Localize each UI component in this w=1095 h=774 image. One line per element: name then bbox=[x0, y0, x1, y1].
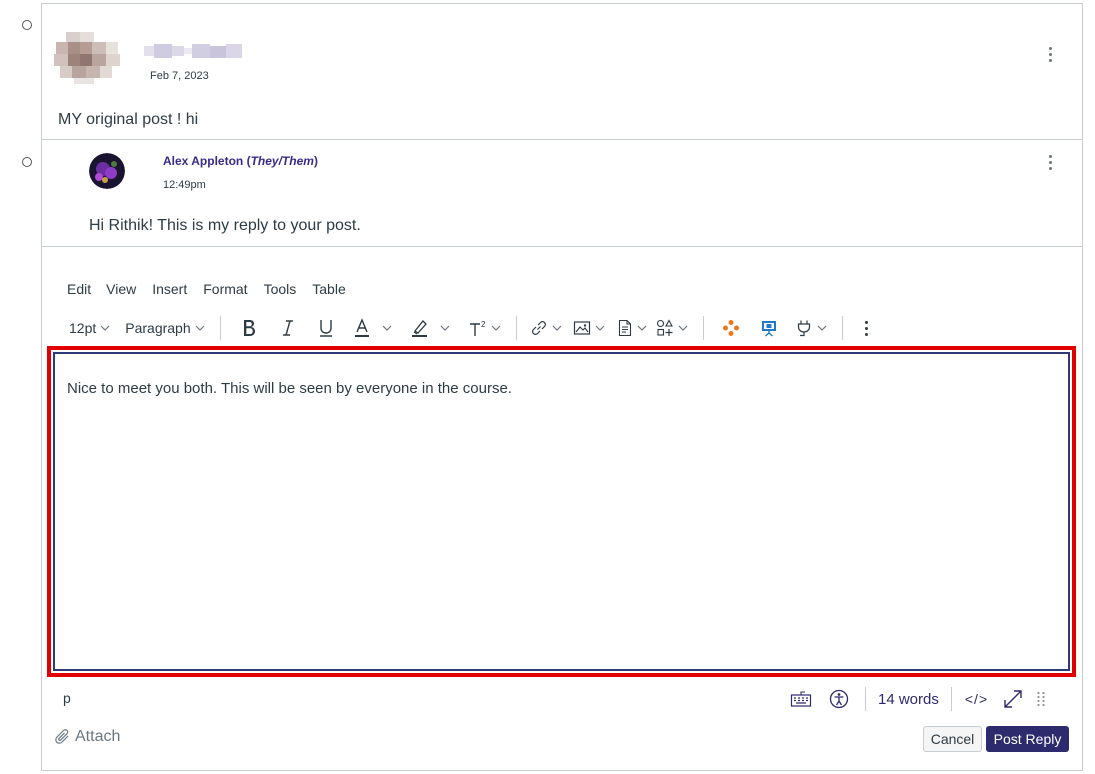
document-button[interactable] bbox=[617, 319, 648, 337]
post-reply-button[interactable]: Post Reply bbox=[986, 726, 1069, 752]
word-count: 14 words bbox=[878, 690, 939, 708]
apps-button[interactable] bbox=[722, 319, 740, 337]
reply-bullet bbox=[22, 157, 32, 167]
post-options-button[interactable] bbox=[1038, 42, 1062, 66]
menu-format[interactable]: Format bbox=[203, 281, 247, 297]
toolbar-separator bbox=[219, 316, 221, 340]
svg-text:2: 2 bbox=[481, 320, 486, 329]
italic-button[interactable] bbox=[278, 318, 298, 338]
bold-button[interactable] bbox=[239, 318, 259, 338]
reply-options-button[interactable] bbox=[1038, 150, 1062, 174]
statusbar-separator bbox=[950, 687, 952, 711]
editor-content-text[interactable]: Nice to meet you both. This will be seen… bbox=[67, 380, 512, 397]
menu-edit[interactable]: Edit bbox=[67, 281, 91, 297]
accessibility-icon bbox=[829, 689, 849, 709]
chevron-down-icon bbox=[678, 325, 688, 331]
chevron-down-icon bbox=[637, 325, 647, 331]
original-post-card: Feb 7, 2023 MY original post ! hi bbox=[41, 3, 1083, 140]
superscript-icon: 2 bbox=[469, 320, 486, 336]
attach-button[interactable]: Attach bbox=[54, 728, 120, 746]
reply-author-line: Alex Appleton (They/Them) bbox=[163, 154, 318, 168]
reply-author-name[interactable]: Alex Appleton bbox=[163, 154, 243, 168]
post-body: MY original post ! hi bbox=[58, 111, 199, 128]
editor-content-area[interactable]: Nice to meet you both. This will be seen… bbox=[53, 352, 1070, 671]
resize-handle[interactable] bbox=[1036, 690, 1046, 708]
menu-table[interactable]: Table bbox=[312, 281, 345, 297]
menu-tools[interactable]: Tools bbox=[264, 281, 297, 297]
text-color-icon bbox=[354, 318, 369, 337]
plugin-button[interactable] bbox=[795, 319, 828, 337]
more-vertical-icon bbox=[864, 319, 868, 337]
reply-time: 12:49pm bbox=[163, 179, 206, 191]
menu-view[interactable]: View bbox=[106, 281, 136, 297]
editor-divider bbox=[42, 246, 1082, 247]
font-size-value: 12pt bbox=[69, 320, 97, 336]
underline-button[interactable] bbox=[316, 318, 336, 338]
chevron-down-icon bbox=[491, 325, 501, 331]
link-button[interactable] bbox=[530, 319, 563, 337]
more-toolbar-button[interactable] bbox=[864, 319, 868, 337]
thread-bullet bbox=[22, 20, 32, 30]
code-icon: </> bbox=[964, 691, 989, 707]
editor-toolbar: 12pt Paragraph 2 bbox=[62, 313, 1062, 343]
plug-icon bbox=[797, 320, 810, 337]
reply-body: Hi Rithik! This is my reply to your post… bbox=[89, 217, 361, 234]
block-format-select[interactable]: Paragraph bbox=[125, 320, 205, 336]
editor-statusbar: 14 words </> bbox=[790, 685, 1046, 713]
apps-icon bbox=[722, 320, 739, 336]
fullscreen-button[interactable] bbox=[1002, 688, 1024, 710]
editor-highlight: Nice to meet you both. This will be seen… bbox=[47, 346, 1076, 677]
editor-menubar: Edit View Insert Format Tools Table bbox=[67, 281, 346, 297]
keyboard-icon bbox=[790, 691, 812, 707]
chevron-down-icon bbox=[382, 325, 392, 331]
embed-button[interactable] bbox=[656, 319, 689, 337]
toolbar-separator bbox=[841, 316, 843, 340]
accessibility-checker-button[interactable] bbox=[829, 689, 849, 709]
reply-author-pronouns: They/Them bbox=[250, 154, 314, 168]
image-icon bbox=[573, 321, 590, 335]
chevron-down-icon bbox=[100, 325, 110, 331]
more-vertical-icon bbox=[1048, 45, 1052, 63]
grip-icon bbox=[1037, 691, 1045, 707]
link-icon bbox=[531, 321, 546, 335]
toolbar-separator bbox=[702, 316, 704, 340]
chevron-down-icon bbox=[195, 325, 205, 331]
presentation-icon bbox=[761, 321, 776, 337]
chevron-down-icon bbox=[440, 325, 450, 331]
block-format-value: Paragraph bbox=[125, 320, 191, 336]
chevron-down-icon bbox=[552, 325, 562, 331]
chevron-down-icon bbox=[817, 325, 827, 331]
toolbar-separator bbox=[515, 316, 517, 340]
text-color-button[interactable] bbox=[353, 318, 393, 338]
statusbar-separator bbox=[865, 687, 866, 711]
reply-author-pronouns-close: ) bbox=[313, 154, 318, 168]
element-path[interactable]: p bbox=[63, 690, 71, 706]
paperclip-icon bbox=[55, 729, 69, 744]
expand-icon bbox=[1004, 690, 1022, 708]
reply-author-avatar bbox=[89, 153, 125, 189]
shapes-plus-icon bbox=[656, 319, 673, 336]
underline-icon bbox=[319, 320, 332, 337]
html-editor-toggle[interactable]: </> bbox=[965, 691, 988, 707]
chevron-down-icon bbox=[595, 325, 605, 331]
highlighter-icon bbox=[411, 320, 427, 337]
author-name-redacted bbox=[144, 44, 242, 58]
bold-icon bbox=[243, 320, 255, 336]
author-avatar bbox=[54, 32, 122, 84]
italic-icon bbox=[282, 320, 293, 336]
highlight-color-button[interactable] bbox=[411, 318, 451, 338]
media-presentation-button[interactable] bbox=[760, 319, 778, 337]
document-icon bbox=[618, 319, 631, 337]
image-button[interactable] bbox=[573, 320, 606, 336]
menu-insert[interactable]: Insert bbox=[152, 281, 187, 297]
keyboard-shortcuts-button[interactable] bbox=[790, 690, 812, 708]
cancel-button[interactable]: Cancel bbox=[923, 726, 982, 752]
attach-label: Attach bbox=[75, 728, 121, 745]
post-date: Feb 7, 2023 bbox=[150, 70, 209, 82]
word-count-button[interactable]: 14 words bbox=[878, 691, 939, 708]
superscript-button[interactable]: 2 bbox=[468, 318, 502, 338]
font-size-select[interactable]: 12pt bbox=[69, 320, 111, 336]
more-vertical-icon bbox=[1048, 153, 1052, 171]
